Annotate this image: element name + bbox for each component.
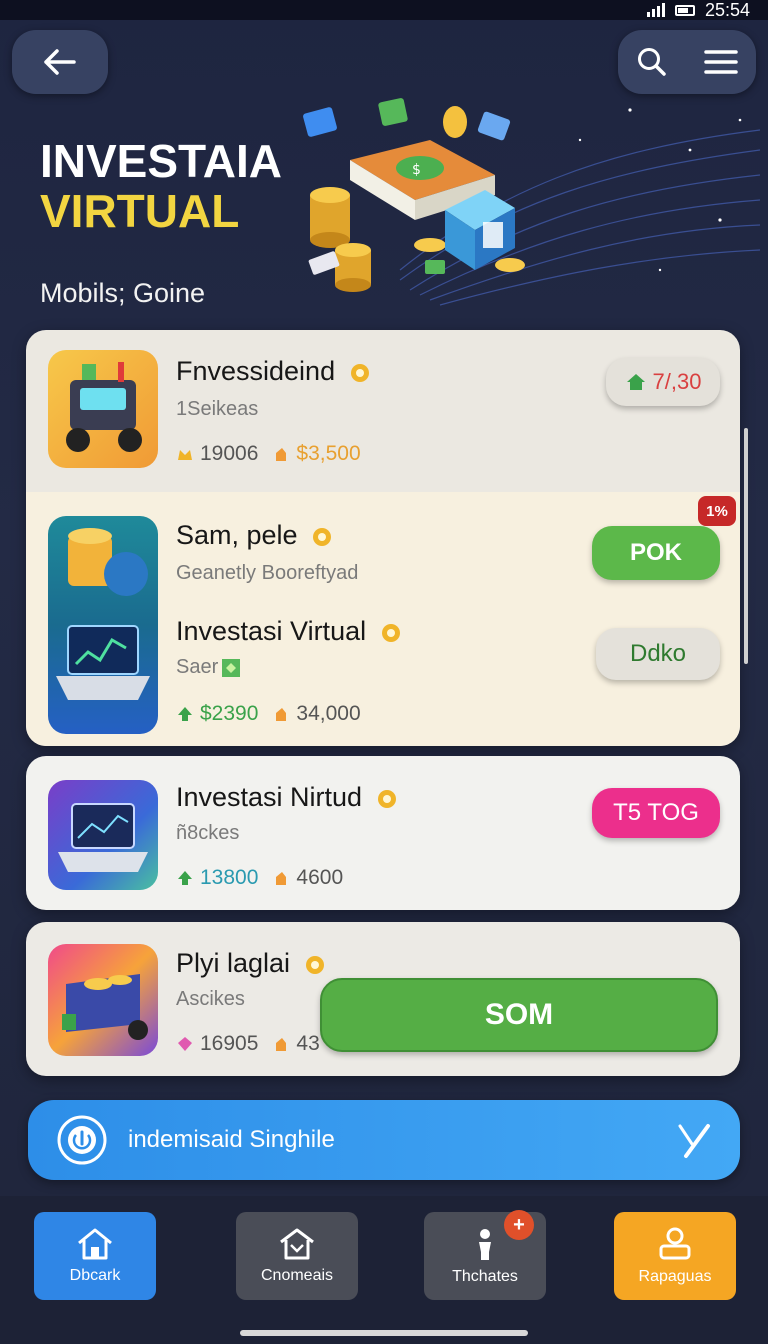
card-title: Fnvessideind (176, 356, 371, 387)
house-icon (626, 374, 645, 390)
card-subtitle: 1Seikeas (176, 398, 259, 420)
card-subtitle: Ascikes (176, 988, 245, 1010)
sparkle-icon (222, 658, 241, 677)
tab-label: Rapaguas (638, 1268, 712, 1285)
scrollbar[interactable] (744, 428, 748, 664)
hero-title-line1: INVESTAIA (40, 135, 282, 187)
stat-value-1: 19006 (200, 442, 259, 465)
menu-button[interactable] (704, 48, 738, 76)
home-icon (78, 1228, 112, 1260)
power-icon (57, 1115, 107, 1165)
home-indicator[interactable] (240, 1330, 528, 1336)
profile-card-icon (659, 1227, 691, 1260)
stat-value-1: $2390 (200, 702, 259, 725)
arrow-left-icon (44, 49, 76, 75)
tab-chats[interactable]: Thchates + (424, 1210, 546, 1300)
card-title: Plyi laglai (176, 948, 326, 979)
card-title: Sam, pele (176, 520, 333, 551)
top-right-controls (618, 30, 756, 94)
investment-card-group: Fnvessideind 1Seikeas 19006 $3,500 7/,30… (26, 330, 740, 746)
hand-coin-icon (276, 448, 287, 461)
hero-subtitle: Mobils; Goine (40, 278, 206, 308)
card-title: Investasi Nirtud (176, 782, 398, 813)
verified-gear-icon (313, 527, 332, 546)
card-action-button[interactable]: Ddko (596, 628, 720, 680)
hand-coin-icon (276, 708, 287, 721)
up-arrow-icon (178, 871, 192, 885)
search-icon (638, 48, 666, 76)
card-stats: 13800 4600 (176, 866, 343, 890)
stat-value-2: 43 (296, 1032, 320, 1055)
banner-text: indemisaid Singhile (128, 1126, 335, 1153)
up-arrow-icon (178, 707, 192, 721)
house-outline-icon (280, 1228, 314, 1260)
gem-icon (178, 1037, 192, 1051)
search-button[interactable] (636, 46, 668, 78)
hero-title: INVESTAIA VIRTUAL (40, 136, 282, 236)
promo-banner[interactable]: indemisaid Singhile (28, 1100, 740, 1180)
hamburger-menu-icon (704, 50, 738, 74)
stat-value-2: $3,500 (296, 442, 361, 465)
card-action-button[interactable]: 7/,30 (606, 358, 720, 406)
crown-icon (178, 450, 192, 460)
tab-label: Dbcark (69, 1267, 121, 1284)
stat-value-1: 16905 (200, 1032, 259, 1055)
card-subtitle: Saer (176, 656, 242, 679)
tab-profile[interactable]: Rapaguas (614, 1212, 736, 1300)
tab-label: Cnomeais (260, 1267, 334, 1284)
bottom-navigation: Dbcark Cnomeais Thchates + Rapaguas (0, 1196, 768, 1344)
stat-value-1: 13800 (200, 866, 259, 889)
pen-icon (678, 1124, 710, 1158)
hero-illustration: $ (303, 98, 760, 306)
hero-title-line2: VIRTUAL (40, 185, 240, 237)
hand-coin-icon (276, 1038, 287, 1051)
card-subtitle: Geanetly Booreftyad (176, 562, 359, 584)
card-thumbnail-robot[interactable] (48, 350, 158, 468)
card-stats: $2390 34,000 (176, 702, 361, 726)
card-thumbnail-laptop[interactable] (48, 516, 158, 734)
discount-badge: 1% (698, 496, 736, 526)
hand-coin-icon (276, 872, 287, 885)
stat-value-2: 34,000 (296, 702, 361, 725)
stat-value-2: 4600 (296, 866, 344, 889)
card-stats: 19006 $3,500 (176, 442, 361, 466)
person-icon (479, 1229, 491, 1260)
verified-gear-icon (377, 789, 396, 808)
battery-icon (674, 4, 695, 16)
investment-card: Investasi Nirtud ñ8ckes 13800 4600 T5 TO… (26, 756, 740, 910)
card-action-button[interactable]: POK (592, 526, 720, 580)
tab-dashboard[interactable]: Dbcark (34, 1212, 156, 1300)
card-thumbnail-laptop-purple[interactable] (48, 780, 158, 890)
card-action-button[interactable]: SOM (320, 978, 718, 1052)
back-button[interactable] (12, 30, 108, 94)
card-stats: 16905 43 (176, 1032, 320, 1056)
status-bar: 25:54 (0, 0, 768, 20)
investment-card: Plyi laglai Ascikes 16905 43 SOM (26, 922, 740, 1076)
card-title: Investasi Virtual (176, 616, 402, 647)
verified-gear-icon (350, 363, 369, 382)
card-thumbnail-cart[interactable] (48, 944, 158, 1056)
card-subtitle: ñ8ckes (176, 822, 240, 844)
tab-label: Thchates (452, 1268, 518, 1285)
tab-comments[interactable]: Cnomeais (236, 1212, 358, 1300)
verified-gear-icon (305, 955, 324, 974)
card-action-button[interactable]: T5 TOG (592, 788, 720, 838)
svg-text:$: $ (412, 162, 421, 178)
signal-icon (646, 3, 665, 17)
status-time: 25:54 (704, 0, 750, 20)
notification-badge: + (504, 1210, 534, 1240)
verified-gear-icon (381, 623, 400, 642)
